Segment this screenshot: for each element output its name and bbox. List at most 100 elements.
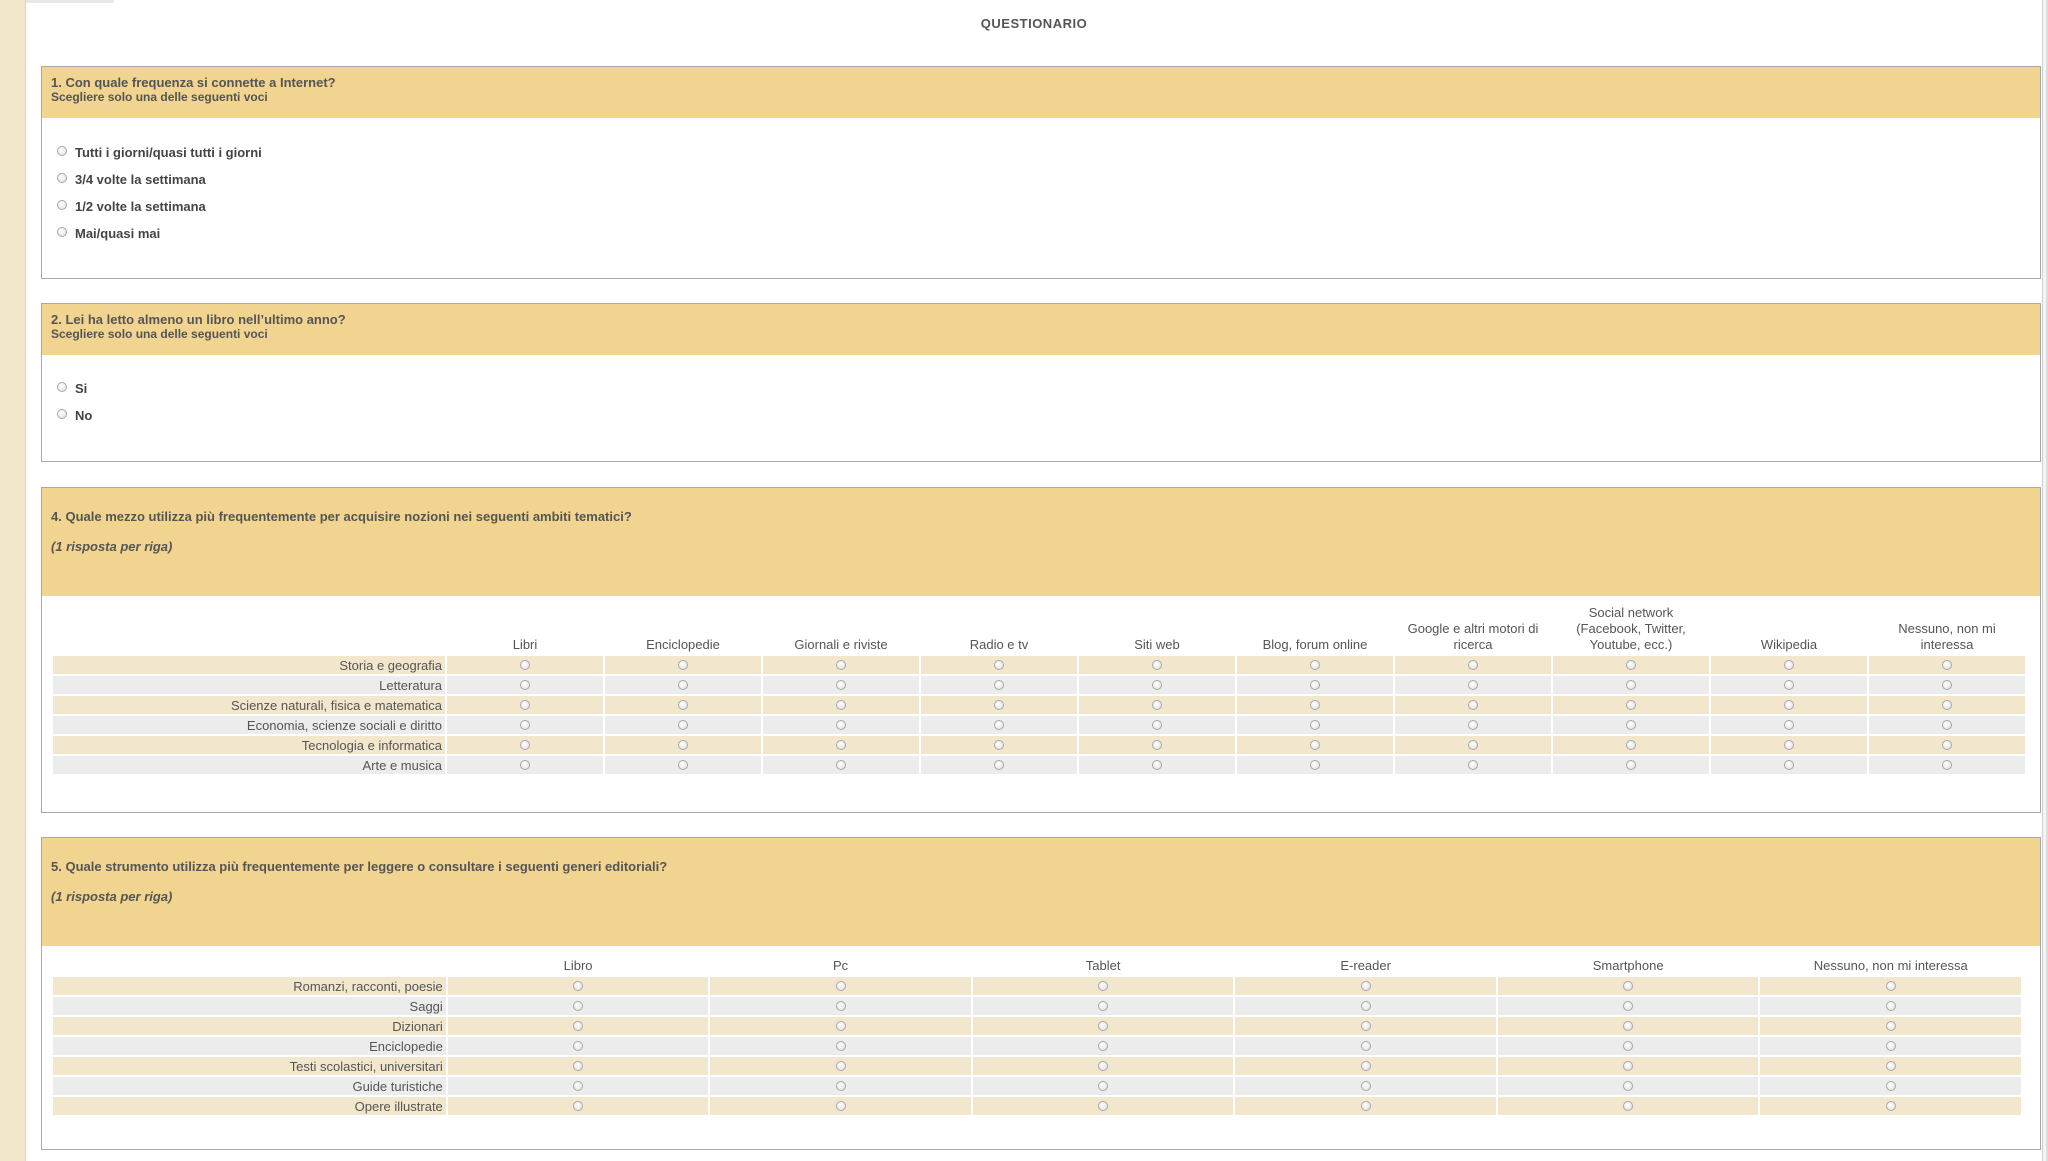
matrix-cell[interactable] [605, 716, 761, 734]
matrix-cell[interactable] [447, 656, 603, 674]
radio-button[interactable] [678, 679, 688, 690]
matrix-cell[interactable] [1395, 696, 1551, 714]
matrix-cell[interactable] [447, 997, 709, 1015]
radio-button[interactable] [678, 759, 688, 770]
matrix-cell[interactable] [447, 977, 709, 995]
q1-option-4[interactable]: Mai/quasi mai [57, 220, 2040, 247]
radio-button[interactable] [836, 739, 846, 750]
radio-button[interactable] [520, 679, 530, 690]
matrix-cell[interactable] [1235, 1037, 1496, 1055]
matrix-cell[interactable] [921, 676, 1077, 694]
radio-button[interactable] [520, 659, 530, 670]
matrix-cell[interactable] [1760, 1017, 2021, 1035]
radio-button[interactable] [835, 1020, 846, 1031]
matrix-cell[interactable] [1395, 716, 1551, 734]
radio-button[interactable] [520, 719, 530, 730]
radio-button[interactable] [994, 739, 1004, 750]
radio-button[interactable] [1310, 699, 1320, 710]
radio-button[interactable] [1885, 1040, 1896, 1051]
matrix-cell[interactable] [1760, 977, 2021, 995]
radio-button[interactable] [1784, 679, 1794, 690]
matrix-cell[interactable] [710, 1017, 971, 1035]
radio-button[interactable] [994, 759, 1004, 770]
radio-button[interactable] [1098, 980, 1109, 991]
radio-button[interactable] [1885, 1080, 1896, 1091]
radio-button[interactable] [1310, 679, 1320, 690]
radio-button[interactable] [1942, 679, 1952, 690]
radio-button[interactable] [1152, 659, 1162, 670]
radio-button[interactable] [835, 1080, 846, 1091]
radio-button[interactable] [520, 739, 530, 750]
matrix-cell[interactable] [972, 1057, 1234, 1075]
radio-button[interactable] [1623, 980, 1634, 991]
matrix-cell[interactable] [1760, 1037, 2021, 1055]
radio-button[interactable] [1626, 659, 1636, 670]
radio-button[interactable] [1784, 759, 1794, 770]
matrix-cell[interactable] [1497, 977, 1759, 995]
matrix-cell[interactable] [1079, 756, 1235, 774]
matrix-cell[interactable] [1079, 656, 1235, 674]
matrix-cell[interactable] [605, 756, 761, 774]
radio-button[interactable] [678, 699, 688, 710]
matrix-cell[interactable] [921, 756, 1077, 774]
radio-button[interactable] [573, 980, 584, 991]
radio-button[interactable] [1468, 679, 1478, 690]
matrix-cell[interactable] [1497, 1077, 1759, 1095]
radio-button[interactable] [678, 659, 688, 670]
matrix-cell[interactable] [447, 696, 603, 714]
radio-button[interactable] [994, 659, 1004, 670]
matrix-cell[interactable] [447, 1017, 709, 1035]
radio-button[interactable] [1152, 679, 1162, 690]
matrix-cell[interactable] [1711, 696, 1867, 714]
radio-button[interactable] [1098, 1080, 1109, 1091]
radio-button[interactable] [1098, 1060, 1109, 1071]
matrix-cell[interactable] [1711, 656, 1867, 674]
radio-button[interactable] [835, 1060, 846, 1071]
matrix-cell[interactable] [1711, 716, 1867, 734]
matrix-cell[interactable] [1237, 656, 1393, 674]
q1-option-3[interactable]: 1/2 volte la settimana [57, 193, 2040, 220]
matrix-cell[interactable] [1497, 1057, 1759, 1075]
radio-button[interactable] [1623, 1000, 1634, 1011]
radio-button[interactable] [994, 699, 1004, 710]
radio-button[interactable] [1626, 699, 1636, 710]
matrix-cell[interactable] [1760, 1097, 2021, 1115]
matrix-cell[interactable] [710, 1097, 971, 1115]
matrix-cell[interactable] [1553, 736, 1709, 754]
matrix-cell[interactable] [1711, 736, 1867, 754]
radio-button[interactable] [573, 1020, 584, 1031]
radio-button[interactable] [57, 408, 67, 419]
radio-button[interactable] [1152, 759, 1162, 770]
matrix-cell[interactable] [1869, 716, 2025, 734]
radio-button[interactable] [1626, 759, 1636, 770]
radio-button[interactable] [835, 1100, 846, 1111]
radio-button[interactable] [1468, 659, 1478, 670]
matrix-cell[interactable] [1395, 736, 1551, 754]
radio-button[interactable] [1623, 1080, 1634, 1091]
matrix-cell[interactable] [1235, 1077, 1496, 1095]
matrix-cell[interactable] [921, 696, 1077, 714]
matrix-cell[interactable] [1711, 676, 1867, 694]
matrix-cell[interactable] [1079, 716, 1235, 734]
radio-button[interactable] [835, 1000, 846, 1011]
radio-button[interactable] [1885, 1020, 1896, 1031]
radio-button[interactable] [573, 1000, 584, 1011]
matrix-cell[interactable] [1237, 756, 1393, 774]
matrix-cell[interactable] [605, 736, 761, 754]
radio-button[interactable] [1626, 739, 1636, 750]
matrix-cell[interactable] [763, 676, 919, 694]
radio-button[interactable] [1098, 1020, 1109, 1031]
matrix-cell[interactable] [972, 1097, 1234, 1115]
radio-button[interactable] [1623, 1100, 1634, 1111]
matrix-cell[interactable] [1497, 997, 1759, 1015]
radio-button[interactable] [1152, 699, 1162, 710]
matrix-cell[interactable] [447, 1057, 709, 1075]
radio-button[interactable] [57, 226, 67, 237]
matrix-cell[interactable] [447, 756, 603, 774]
matrix-cell[interactable] [972, 977, 1234, 995]
radio-button[interactable] [836, 699, 846, 710]
matrix-cell[interactable] [1395, 676, 1551, 694]
matrix-cell[interactable] [710, 1037, 971, 1055]
matrix-cell[interactable] [710, 1057, 971, 1075]
radio-button[interactable] [1784, 699, 1794, 710]
